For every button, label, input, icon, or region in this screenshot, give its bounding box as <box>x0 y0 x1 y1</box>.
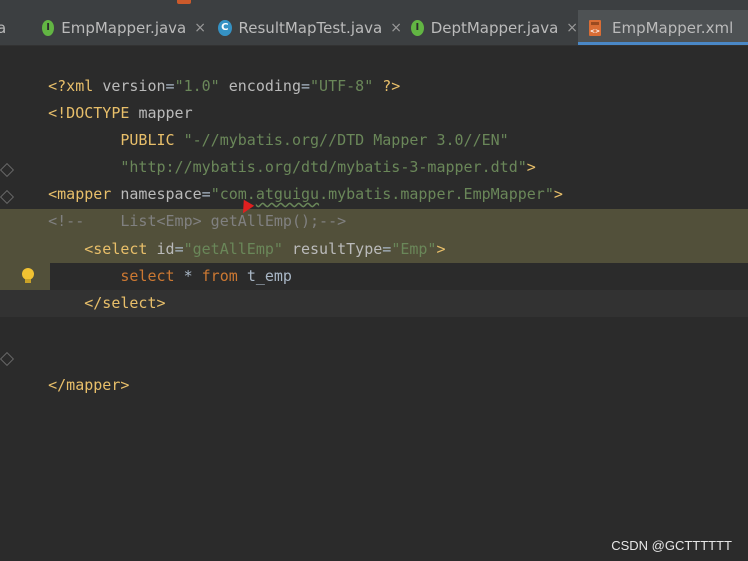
xml-file-icon: <> <box>587 19 605 37</box>
tab-label: a <box>0 18 7 37</box>
code-line-1: <?xml version="1.0" encoding="UTF-8" ?> <box>48 77 401 95</box>
close-icon[interactable]: × <box>194 20 206 36</box>
tab-dept-mapper-java[interactable]: I DeptMapper.java × <box>402 10 578 45</box>
breadcrumb <box>0 0 748 10</box>
interface-icon: I <box>42 19 55 36</box>
watermark: CSDN @GCTTTTTT <box>611 538 732 553</box>
code-line-3: PUBLIC "-//mybatis.org//DTD Mapper 3.0//… <box>48 131 509 149</box>
code-line-2: <!DOCTYPE mapper <box>48 104 193 122</box>
tab-hidden-left[interactable]: a <box>0 10 10 45</box>
tab-label: DeptMapper.java <box>430 18 559 37</box>
code-line-10: </mapper> <box>48 376 130 394</box>
tab-label: EmpMapper.java <box>61 18 187 37</box>
interface-icon: I <box>411 19 424 36</box>
tab-emp-mapper-java[interactable]: I EmpMapper.java × <box>28 10 206 45</box>
xml-file-icon <box>177 0 191 4</box>
code-line-5: <mapper namespace="com.atguigu.mybatis.m… <box>48 185 563 203</box>
tab-result-map-test-java[interactable]: C ResultMapTest.java × <box>206 10 402 45</box>
class-icon: C <box>218 19 232 36</box>
editor-tab-bar: a I EmpMapper.java × C ResultMapTest.jav… <box>0 10 748 46</box>
close-icon[interactable]: × <box>390 20 402 36</box>
code-line-4: "http://mybatis.org/dtd/mybatis-3-mapper… <box>120 158 536 176</box>
code-editor[interactable]: <?xml version="1.0" encoding="UTF-8" ?> … <box>0 46 748 561</box>
tab-label: EmpMapper.xml <box>612 18 734 37</box>
code-line-8: select * from t_emp <box>48 267 292 285</box>
lightbulb-icon[interactable] <box>12 263 48 287</box>
code-line-7: <select id="getAllEmp" resultType="Emp"> <box>48 240 446 258</box>
tab-label: ResultMapTest.java <box>238 18 383 37</box>
close-icon[interactable]: × <box>566 20 578 36</box>
tab-emp-mapper-xml[interactable]: <> EmpMapper.xml <box>578 10 748 45</box>
code-line-6: <!-- List<Emp> getAllEmp();--> <box>48 212 347 230</box>
svg-text:<>: <> <box>590 28 600 35</box>
